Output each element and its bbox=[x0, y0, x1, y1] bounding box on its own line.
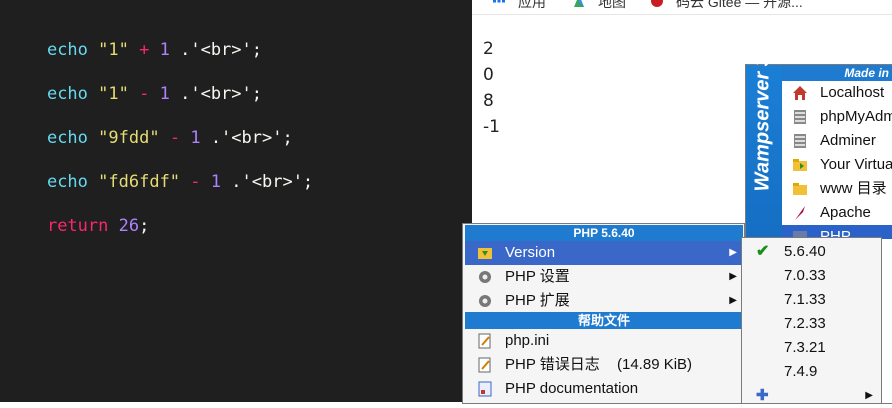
php-submenu-title: PHP 5.6.40 bbox=[465, 225, 743, 241]
code-tail: .'<br>'; bbox=[221, 172, 314, 192]
menu-item-label: PHP documentation bbox=[505, 380, 639, 397]
string-token: "1" bbox=[98, 84, 129, 104]
gear-icon bbox=[477, 269, 493, 285]
database-icon bbox=[792, 133, 808, 149]
number-token: 1 bbox=[210, 172, 222, 192]
menu-item-php-ini[interactable]: php.ini bbox=[465, 329, 743, 353]
menu-item-label: php.ini bbox=[505, 332, 550, 349]
code-tail: .'<br>'; bbox=[169, 40, 262, 60]
bookmark-apps[interactable]: 应用 bbox=[518, 0, 546, 12]
version-item[interactable]: ✔ 5.6.40 bbox=[742, 240, 881, 264]
version-item[interactable]: 7.4.9 bbox=[742, 360, 881, 384]
edit-icon bbox=[477, 357, 493, 373]
menu-item-label: Adminer bbox=[820, 132, 876, 149]
version-label: 7.1.33 bbox=[784, 291, 826, 308]
version-label: 5.6.40 bbox=[784, 243, 826, 260]
submenu-arrow-icon: ▶ bbox=[729, 271, 737, 282]
return-keyword: return bbox=[46, 216, 109, 236]
submenu-arrow-icon: ▶ bbox=[865, 390, 873, 401]
gear-icon bbox=[477, 293, 493, 309]
version-label: 7.3.21 bbox=[784, 339, 826, 356]
code-tail: ; bbox=[139, 216, 150, 236]
operator-token: + bbox=[139, 40, 150, 60]
output-line: 8 bbox=[483, 91, 494, 111]
menu-item-label: PHP 扩展 bbox=[505, 292, 570, 309]
gitee-icon[interactable] bbox=[650, 0, 664, 8]
menu-item-php-error-log[interactable]: PHP 错误日志 (14.89 KiB) bbox=[465, 353, 743, 377]
operator-token: - bbox=[139, 84, 150, 104]
code-tail: .'<br>'; bbox=[200, 128, 293, 148]
menu-header: Made in bbox=[782, 65, 892, 81]
menu-item-virtualhosts[interactable]: Your VirtualHosts bbox=[782, 153, 892, 177]
checkmark-icon: ✔ bbox=[756, 243, 770, 260]
menu-item-php-extensions[interactable]: PHP 扩展 ▶ bbox=[465, 289, 743, 313]
side-banner-text: Wampserver 3.2.3 bbox=[751, 21, 774, 192]
string-token: "fd6fdf" bbox=[98, 172, 181, 192]
operator-token: - bbox=[169, 128, 181, 148]
file-size-label: (14.89 KiB) bbox=[617, 356, 693, 373]
submenu-arrow-icon: ▶ bbox=[729, 295, 737, 306]
version-submenu: ✔ 5.6.40 7.0.33 7.1.33 7.2.33 7.3.21 7.4… bbox=[741, 237, 882, 404]
output-line: 0 bbox=[483, 65, 494, 85]
version-label: 7.4.9 bbox=[784, 363, 818, 380]
bookmark-maps[interactable]: 地图 bbox=[598, 0, 626, 12]
version-item[interactable]: 7.1.33 bbox=[742, 288, 881, 312]
keyword-token: echo bbox=[46, 172, 88, 192]
version-item[interactable]: 7.2.33 bbox=[742, 312, 881, 336]
bookmark-gitee[interactable]: 码云 Gitee — 开源... bbox=[676, 0, 803, 12]
maps-icon[interactable] bbox=[572, 0, 586, 8]
menu-item-version[interactable]: Version ▶ bbox=[465, 241, 743, 265]
menu-item-label: phpMyAdmin bbox=[820, 108, 892, 125]
folder-icon bbox=[792, 181, 808, 197]
menu-item-adminer[interactable]: Adminer bbox=[782, 129, 892, 153]
number-token: 26 bbox=[118, 216, 140, 236]
menu-item-php-documentation[interactable]: PHP documentation bbox=[465, 377, 743, 401]
keyword-token: echo bbox=[46, 40, 88, 60]
folder-arrow-icon bbox=[477, 245, 493, 261]
bookmarks-bar: 应用 地图 码云 Gitee — 开源... bbox=[472, 0, 892, 15]
string-token: "9fdd" bbox=[98, 128, 160, 148]
version-item[interactable]: 7.3.21 bbox=[742, 336, 881, 360]
submenu-arrow-icon: ▶ bbox=[729, 247, 737, 258]
database-icon bbox=[792, 109, 808, 125]
doc-icon bbox=[477, 381, 493, 397]
operator-token: - bbox=[190, 172, 201, 192]
output-line: 2 bbox=[483, 39, 494, 59]
code-line: return 26; bbox=[6, 196, 149, 256]
folder-icon bbox=[792, 157, 808, 173]
output-line: -1 bbox=[483, 117, 500, 137]
number-token: 1 bbox=[159, 40, 170, 60]
menu-item-apache[interactable]: Apache bbox=[782, 201, 892, 225]
menu-item-label: www 目录 bbox=[820, 180, 887, 197]
number-token: 1 bbox=[190, 128, 201, 148]
home-icon bbox=[792, 85, 808, 101]
menu-item-label: Version bbox=[505, 244, 556, 261]
keyword-token: echo bbox=[46, 128, 88, 148]
menu-item-www[interactable]: www 目录 bbox=[782, 177, 892, 201]
menu-item-label: Apache bbox=[820, 204, 871, 221]
php-submenu: PHP 5.6.40 Version ▶ PHP 设置 ▶ PHP 扩展 ▶ 帮… bbox=[462, 223, 745, 404]
version-more-item[interactable]: ✚ ▶ bbox=[742, 384, 881, 408]
number-token: 1 bbox=[159, 84, 170, 104]
code-tail: .'<br>'; bbox=[169, 84, 262, 104]
plus-icon: ✚ bbox=[756, 387, 769, 404]
menu-item-phpmyadmin[interactable]: phpMyAdmin bbox=[782, 105, 892, 129]
code-editor[interactable]: echo "1" + 1 .'<br>'; echo "1" - 1 .'<br… bbox=[0, 0, 472, 402]
menu-item-label: PHP 设置 bbox=[505, 268, 570, 285]
version-label: 7.2.33 bbox=[784, 315, 826, 332]
feather-icon bbox=[792, 205, 808, 221]
menu-item-php-settings[interactable]: PHP 设置 ▶ bbox=[465, 265, 743, 289]
edit-icon bbox=[477, 333, 493, 349]
help-section-title: 帮助文件 bbox=[465, 312, 743, 329]
version-label: 7.0.33 bbox=[784, 267, 826, 284]
menu-item-localhost[interactable]: Localhost bbox=[782, 81, 892, 105]
apps-icon[interactable] bbox=[492, 0, 506, 8]
menu-item-label: PHP 错误日志 bbox=[505, 356, 600, 373]
menu-item-label: Your VirtualHosts bbox=[820, 156, 892, 173]
version-item[interactable]: 7.0.33 bbox=[742, 264, 881, 288]
page-output: 2 0 8 -1 bbox=[483, 36, 500, 140]
string-token: "1" bbox=[98, 40, 129, 60]
keyword-token: echo bbox=[46, 84, 88, 104]
menu-item-label: Localhost bbox=[820, 84, 885, 101]
